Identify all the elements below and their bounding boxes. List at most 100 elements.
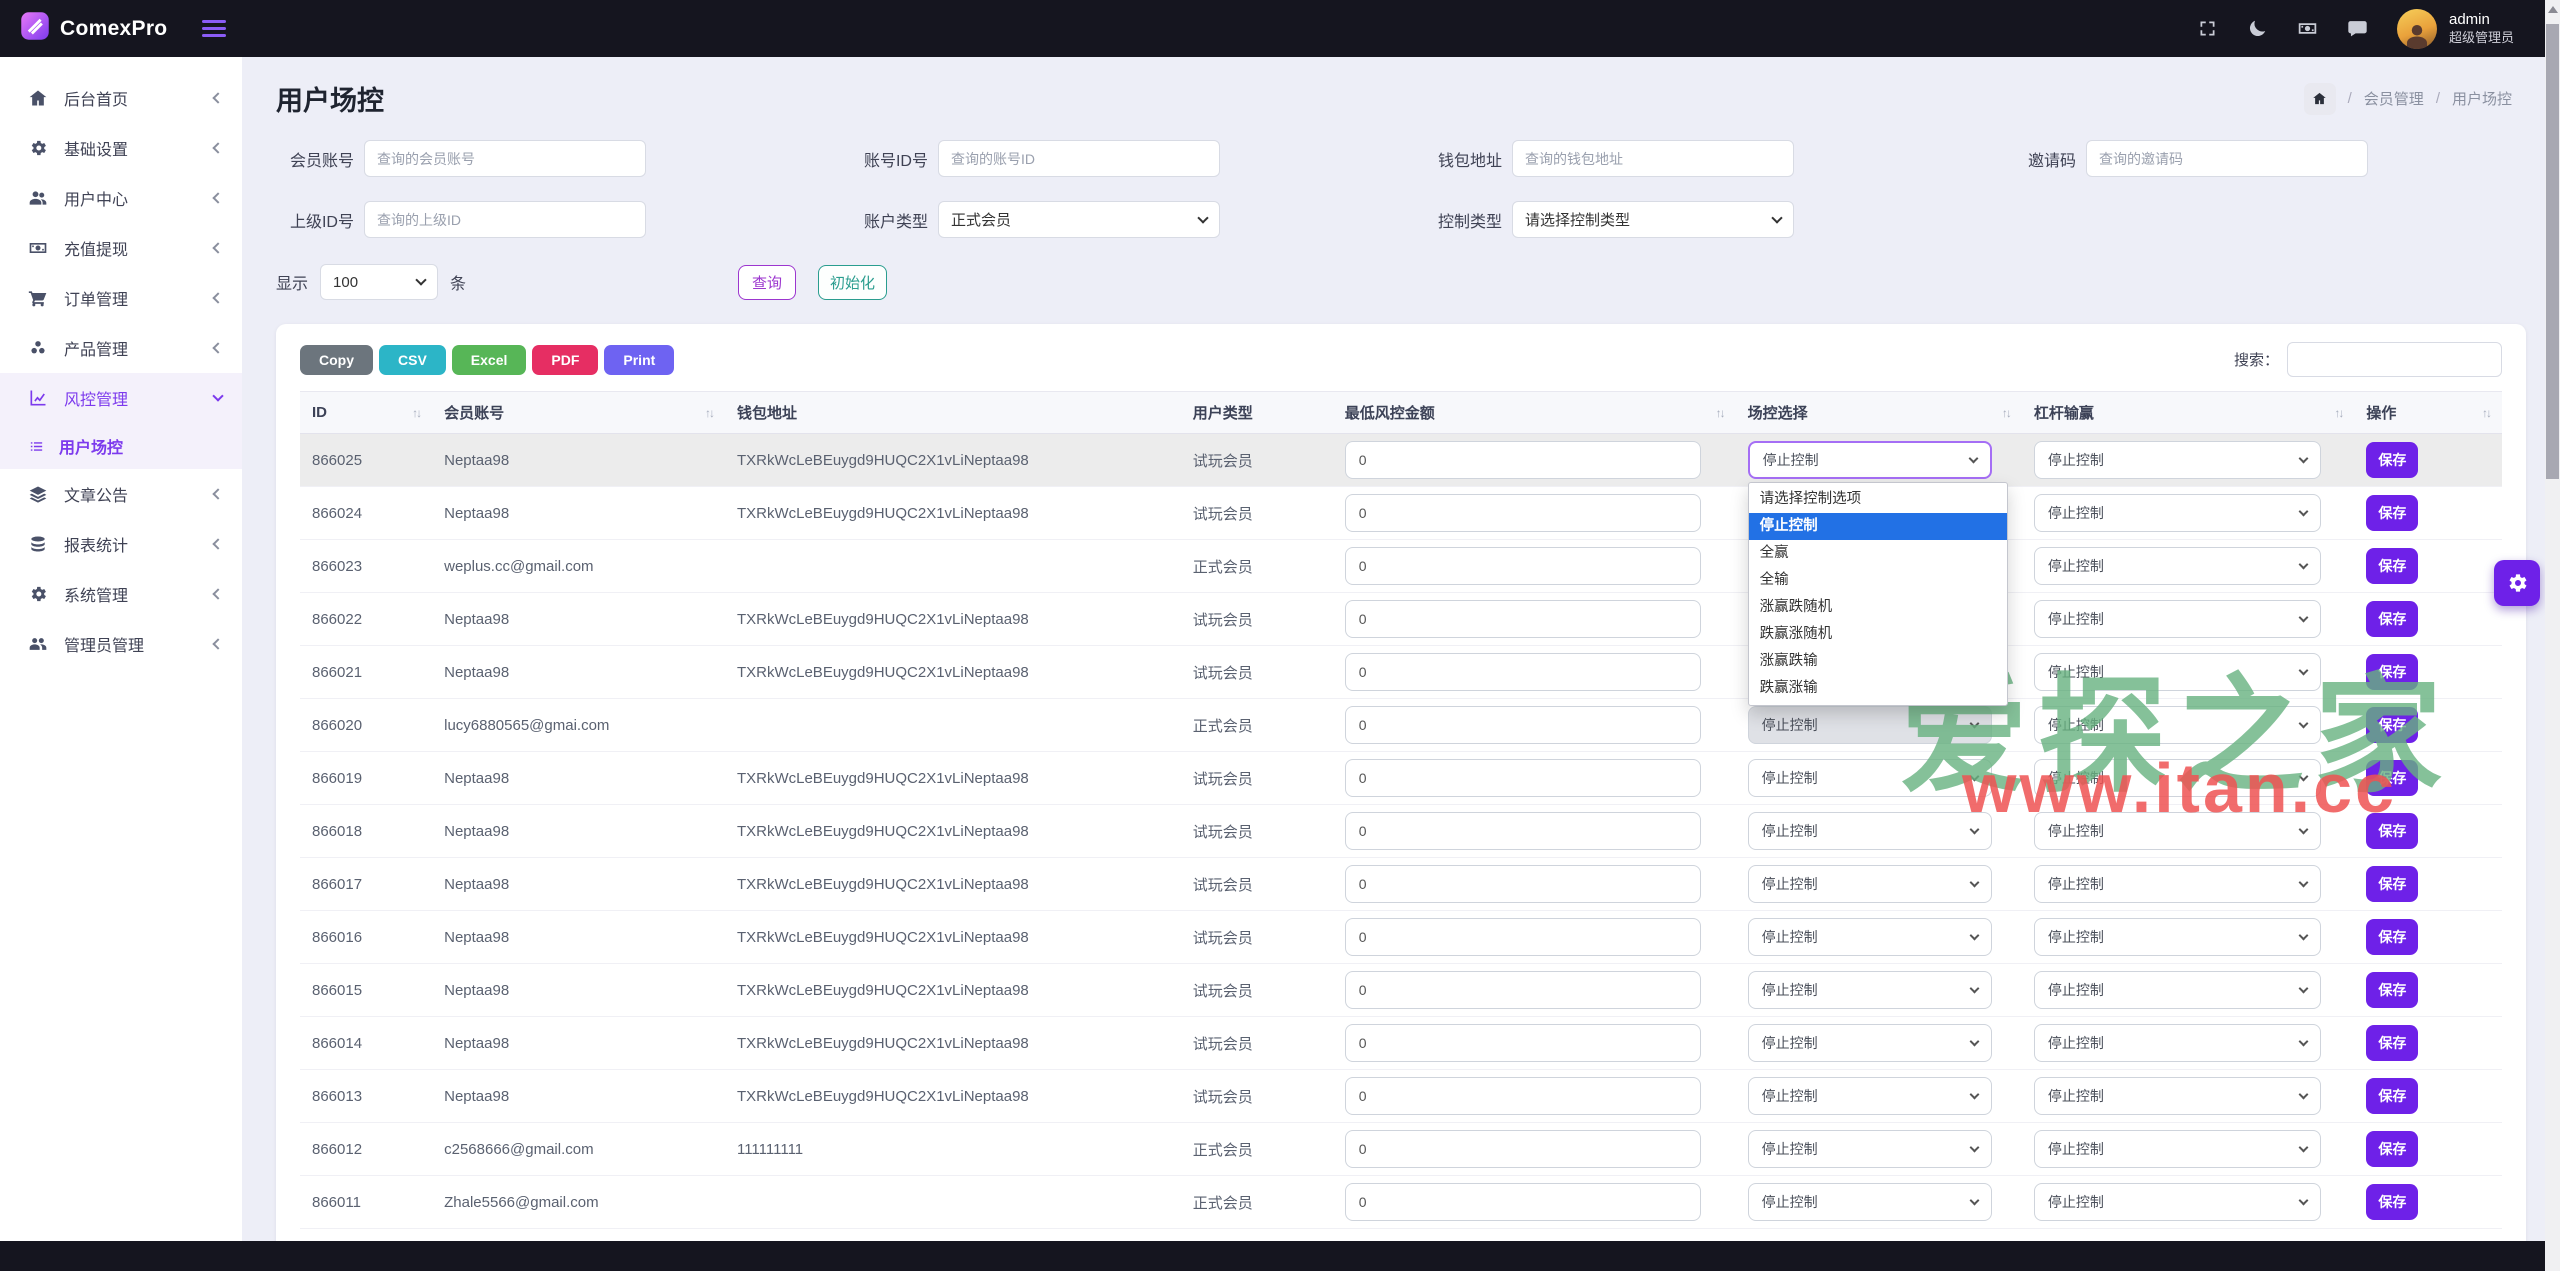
breadcrumb-item[interactable]: 用户场控: [2452, 88, 2512, 109]
save-button[interactable]: 保存: [2366, 866, 2418, 902]
control-select[interactable]: 停止控制: [1748, 1024, 1992, 1062]
sidebar-item[interactable]: 充值提现: [0, 223, 242, 273]
invite-code-input[interactable]: [2086, 140, 2368, 177]
lever-select[interactable]: 停止控制: [2034, 1183, 2321, 1221]
column-header[interactable]: 用户类型: [1181, 392, 1333, 434]
scrollbar-thumb[interactable]: [2546, 24, 2559, 479]
sort-icon[interactable]: ↑↓: [2334, 406, 2342, 420]
control-type-select[interactable]: 请选择控制类型: [1512, 201, 1794, 238]
control-select[interactable]: 停止控制: [1748, 706, 1992, 744]
lever-select[interactable]: 停止控制: [2034, 759, 2321, 797]
column-header[interactable]: 会员账号↑↓: [432, 392, 725, 434]
lever-select[interactable]: 停止控制: [2034, 1024, 2321, 1062]
min-risk-amount-input[interactable]: [1345, 706, 1701, 744]
lever-select[interactable]: 停止控制: [2034, 865, 2321, 903]
sidebar-item[interactable]: 管理员管理: [0, 619, 242, 669]
save-button[interactable]: 保存: [2366, 442, 2418, 478]
save-button[interactable]: 保存: [2366, 813, 2418, 849]
column-header[interactable]: 操作↑↓: [2354, 392, 2502, 434]
save-button[interactable]: 保存: [2366, 760, 2418, 796]
min-risk-amount-input[interactable]: [1345, 1130, 1701, 1168]
page-scrollbar[interactable]: [2545, 0, 2560, 1271]
control-select[interactable]: 停止控制: [1748, 1183, 1992, 1221]
min-risk-amount-input[interactable]: [1345, 1183, 1701, 1221]
lever-select[interactable]: 停止控制: [2034, 600, 2321, 638]
print-button[interactable]: Print: [604, 345, 674, 375]
min-risk-amount-input[interactable]: [1345, 1077, 1701, 1115]
min-risk-amount-input[interactable]: [1345, 759, 1701, 797]
lever-select[interactable]: 停止控制: [2034, 1130, 2321, 1168]
sidebar-item[interactable]: 产品管理: [0, 323, 242, 373]
member-account-input[interactable]: [364, 140, 646, 177]
min-risk-amount-input[interactable]: [1345, 971, 1701, 1009]
control-select[interactable]: 停止控制: [1748, 918, 1992, 956]
min-risk-amount-input[interactable]: [1345, 918, 1701, 956]
dropdown-option[interactable]: 跌赢涨随机: [1749, 621, 2007, 648]
breadcrumb-item[interactable]: 会员管理: [2364, 88, 2424, 109]
control-select[interactable]: 停止控制: [1748, 759, 1992, 797]
hamburger-menu-icon[interactable]: [202, 16, 226, 41]
lever-select[interactable]: 停止控制: [2034, 812, 2321, 850]
excel-button[interactable]: Excel: [452, 345, 527, 375]
parent-id-input[interactable]: [364, 201, 646, 238]
home-icon[interactable]: [2304, 83, 2336, 115]
control-select[interactable]: 停止控制: [1748, 971, 1992, 1009]
min-risk-amount-input[interactable]: [1345, 653, 1701, 691]
sort-icon[interactable]: ↑↓: [1716, 406, 1724, 420]
lever-select[interactable]: 停止控制: [2034, 971, 2321, 1009]
sort-icon[interactable]: ↑↓: [2002, 406, 2010, 420]
dropdown-option[interactable]: 涨赢跌随机: [1749, 594, 2007, 621]
sidebar-item[interactable]: 文章公告: [0, 469, 242, 519]
scrollbar-up-arrow[interactable]: [2548, 6, 2558, 13]
save-button[interactable]: 保存: [2366, 1184, 2418, 1220]
lever-select[interactable]: 停止控制: [2034, 494, 2321, 532]
save-button[interactable]: 保存: [2366, 548, 2418, 584]
lever-select[interactable]: 停止控制: [2034, 441, 2321, 479]
control-select[interactable]: 停止控制: [1748, 865, 1992, 903]
save-button[interactable]: 保存: [2366, 495, 2418, 531]
query-button[interactable]: 查询: [738, 265, 796, 300]
lever-select[interactable]: 停止控制: [2034, 706, 2321, 744]
sidebar-item[interactable]: 系统管理: [0, 569, 242, 619]
min-risk-amount-input[interactable]: [1345, 600, 1701, 638]
chat-icon[interactable]: [2347, 18, 2369, 40]
save-button[interactable]: 保存: [2366, 1131, 2418, 1167]
save-button[interactable]: 保存: [2366, 972, 2418, 1008]
min-risk-amount-input[interactable]: [1345, 494, 1701, 532]
sidebar-item[interactable]: 报表统计: [0, 519, 242, 569]
column-header[interactable]: ID↑↓: [300, 392, 432, 434]
dropdown-option[interactable]: 全赢: [1749, 540, 2007, 567]
account-id-input[interactable]: [938, 140, 1220, 177]
fullscreen-icon[interactable]: [2197, 18, 2219, 40]
sidebar-item[interactable]: 后台首页: [0, 73, 242, 123]
min-risk-amount-input[interactable]: [1345, 812, 1701, 850]
pdf-button[interactable]: PDF: [532, 345, 598, 375]
min-risk-amount-input[interactable]: [1345, 547, 1701, 585]
control-select[interactable]: 停止控制: [1748, 812, 1992, 850]
control-select[interactable]: 停止控制: [1748, 441, 1992, 479]
column-header[interactable]: 杠杆输赢↑↓: [2022, 392, 2355, 434]
wallet-address-input[interactable]: [1512, 140, 1794, 177]
sidebar-item[interactable]: 风控管理: [0, 373, 242, 423]
dropdown-option[interactable]: 停止控制: [1749, 513, 2007, 540]
csv-button[interactable]: CSV: [379, 345, 446, 375]
save-button[interactable]: 保存: [2366, 919, 2418, 955]
column-header[interactable]: 最低风控金额↑↓: [1333, 392, 1736, 434]
dropdown-option[interactable]: 涨赢跌输: [1749, 648, 2007, 675]
column-header[interactable]: 场控选择↑↓: [1736, 392, 2022, 434]
column-header[interactable]: 钱包地址: [725, 392, 1181, 434]
lever-select[interactable]: 停止控制: [2034, 547, 2321, 585]
sort-icon[interactable]: ↑↓: [412, 406, 420, 420]
reset-button[interactable]: 初始化: [818, 265, 887, 300]
admin-profile[interactable]: admin 超级管理员: [2397, 9, 2514, 49]
dropdown-option[interactable]: 全输: [1749, 567, 2007, 594]
save-button[interactable]: 保存: [2366, 601, 2418, 637]
lever-select[interactable]: 停止控制: [2034, 1077, 2321, 1115]
sort-icon[interactable]: ↑↓: [705, 406, 713, 420]
min-risk-amount-input[interactable]: [1345, 865, 1701, 903]
save-button[interactable]: 保存: [2366, 707, 2418, 743]
cash-icon[interactable]: [2297, 18, 2319, 40]
sort-icon[interactable]: ↑↓: [2482, 406, 2490, 420]
control-select[interactable]: 停止控制: [1748, 1077, 1992, 1115]
save-button[interactable]: 保存: [2366, 654, 2418, 690]
